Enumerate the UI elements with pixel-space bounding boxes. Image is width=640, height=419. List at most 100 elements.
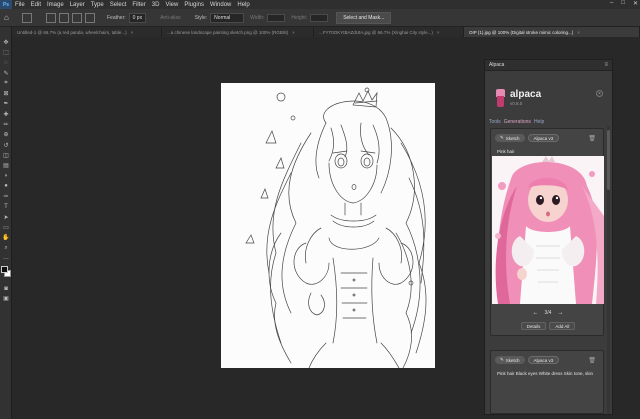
path-select-tool-icon[interactable]: ➤ — [0, 212, 12, 222]
menu-file[interactable]: File — [12, 2, 28, 8]
nav-tools-link[interactable]: Tools — [489, 119, 501, 125]
tab-close-icon[interactable]: × — [437, 30, 440, 35]
panel-close-icon[interactable]: × — [596, 90, 603, 97]
menu-filter[interactable]: Filter — [129, 2, 148, 8]
frame-tool-icon[interactable]: ⊠ — [0, 88, 12, 98]
toolbar-grip[interactable] — [0, 27, 11, 37]
document-tab[interactable]: Untitled-1 @ 66.7% (a red panda, wheelch… — [12, 27, 162, 37]
sketch-mode-chip[interactable]: ✎ Sketch — [495, 356, 525, 364]
healing-tool-icon[interactable]: ✚ — [0, 109, 12, 119]
alpaca-logo-icon — [496, 89, 505, 107]
menu-3d[interactable]: 3D — [149, 2, 163, 8]
nav-help-link[interactable]: Help — [534, 119, 544, 125]
history-brush-tool-icon[interactable]: ↺ — [0, 140, 12, 150]
options-bar: ⌂ Feather: 0 px Anti-alias Style: Normal… — [0, 9, 640, 27]
next-arrow-icon[interactable]: → — [557, 310, 563, 316]
model-chip[interactable]: Alpaca v3 — [527, 134, 560, 142]
panel-menu-icon[interactable]: ≡ — [604, 62, 608, 68]
eraser-tool-icon[interactable]: ◫ — [0, 150, 12, 160]
tab-close-icon[interactable]: × — [292, 30, 295, 35]
height-input[interactable] — [310, 13, 329, 22]
add-all-button[interactable]: Add All — [549, 322, 576, 330]
anti-alias-control: Anti-alias — [160, 15, 181, 21]
style-label: Style: — [194, 14, 208, 21]
nav-generations-link[interactable]: Generations — [504, 119, 531, 125]
height-label: Height: — [291, 14, 308, 21]
type-tool-icon[interactable]: T — [0, 202, 12, 212]
maximize-button[interactable]: □ — [621, 0, 625, 7]
shape-tool-icon[interactable]: ▭ — [0, 222, 12, 232]
tab-close-icon[interactable]: × — [131, 30, 134, 35]
pencil-icon: ✎ — [500, 357, 504, 362]
menu-bar: Ps File Edit Image Layer Type Select Fil… — [0, 0, 640, 9]
anti-alias-checkbox[interactable]: Anti-alias — [160, 15, 181, 21]
quick-mask-icon[interactable]: ◙ — [0, 284, 12, 294]
select-and-mask-button[interactable]: Select and Mask... — [336, 11, 392, 24]
blur-tool-icon[interactable]: ◗ — [0, 171, 12, 181]
prev-arrow-icon[interactable]: ← — [533, 310, 539, 316]
menu-type[interactable]: Type — [88, 2, 107, 8]
details-button[interactable]: Details — [520, 322, 547, 330]
more-tools-icon[interactable]: … — [0, 253, 12, 263]
result-pager: ← 3/4 → — [491, 310, 605, 316]
document-tab-active[interactable]: OIP (1).jpg @ 100% (Digital stroke mimic… — [464, 27, 640, 37]
home-icon[interactable]: ⌂ — [4, 13, 14, 23]
menu-edit[interactable]: Edit — [28, 2, 44, 8]
model-chip[interactable]: Alpaca v3 — [527, 356, 560, 364]
zoom-tool-icon[interactable]: ⌕ — [0, 243, 12, 253]
hand-tool-icon[interactable]: ✋ — [0, 233, 12, 243]
feather-control: Feather: 0 px — [107, 12, 147, 23]
generated-image[interactable] — [492, 156, 604, 304]
menu-layer[interactable]: Layer — [67, 2, 88, 8]
close-window-button[interactable]: ✕ — [633, 0, 638, 7]
sketch-mode-chip[interactable]: ✎ Sketch — [495, 134, 525, 142]
prompt-text: Pink hair — [497, 149, 515, 154]
panel-tab-label[interactable]: Alpaca — [489, 62, 504, 68]
panel-scrollbar[interactable] — [607, 126, 610, 414]
subtract-selection-icon[interactable] — [72, 12, 82, 23]
add-selection-icon[interactable] — [59, 12, 69, 23]
width-input[interactable] — [267, 13, 286, 22]
document-canvas[interactable] — [221, 83, 435, 368]
lasso-tool-icon[interactable]: ◌ — [0, 58, 12, 68]
menu-select[interactable]: Select — [107, 2, 130, 8]
quick-select-tool-icon[interactable]: ✎ — [0, 68, 12, 78]
feather-input[interactable]: 0 px — [128, 12, 147, 23]
menu-plugins[interactable]: Plugins — [181, 2, 207, 8]
eyedropper-tool-icon[interactable]: ✒ — [0, 99, 12, 109]
intersect-selection-icon[interactable] — [85, 12, 95, 23]
marquee-preset-icon[interactable] — [22, 12, 32, 23]
document-tab[interactable]: ...FYT0OKYtBAZdUtA.jpg @ 66.7% (Xinghai … — [314, 27, 464, 37]
trash-icon[interactable]: 🗑 — [588, 357, 596, 364]
brand-text: alpaca v0.8.0 — [510, 90, 541, 107]
style-select[interactable]: Normal — [210, 12, 245, 23]
window-controls: – □ ✕ — [610, 0, 638, 7]
menu-window[interactable]: Window — [207, 2, 234, 8]
scrollbar-thumb[interactable] — [607, 130, 610, 190]
menu-help[interactable]: Help — [234, 2, 252, 8]
menu-view[interactable]: View — [162, 2, 181, 8]
brush-tool-icon[interactable]: ✏ — [0, 119, 12, 129]
tab-close-icon[interactable]: × — [577, 30, 580, 35]
alpaca-plugin-panel: Alpaca ≡ alpaca v0.8.0 × Tools Generatio… — [484, 59, 613, 415]
photoshop-logo[interactable]: Ps — [0, 0, 12, 9]
crop-tool-icon[interactable]: ⌗ — [0, 78, 12, 88]
document-tab[interactable]: ...a chinese landscape painting sketch.p… — [162, 27, 314, 37]
move-tool-icon[interactable]: ✥ — [0, 37, 12, 47]
stamp-tool-icon[interactable]: ⊕ — [0, 130, 12, 140]
panel-nav: Tools Generations Help — [485, 111, 612, 125]
brand-header: alpaca v0.8.0 — [485, 71, 612, 111]
marquee-tool-icon[interactable]: ⬚ — [0, 47, 12, 57]
trash-icon[interactable]: 🗑 — [588, 135, 596, 142]
card-header: ✎ Sketch Alpaca v3 🗑 — [491, 129, 603, 142]
foreground-color-swatch[interactable] — [1, 265, 8, 273]
minimize-button[interactable]: – — [610, 0, 613, 7]
pen-tool-icon[interactable]: ✑ — [0, 191, 12, 201]
dodge-tool-icon[interactable]: ● — [0, 181, 12, 191]
tools-panel: ✥ ⬚ ◌ ✎ ⌗ ⊠ ✒ ✚ ✏ ⊕ ↺ ◫ ▤ ◗ ● ✑ T ➤ ▭ ✋ ⌕… ◙ ▣ — [0, 27, 12, 419]
color-swatches[interactable] — [0, 264, 12, 284]
new-selection-icon[interactable] — [46, 12, 56, 23]
menu-image[interactable]: Image — [44, 2, 67, 8]
screen-mode-icon[interactable]: ▣ — [0, 294, 12, 304]
gradient-tool-icon[interactable]: ▤ — [0, 161, 12, 171]
